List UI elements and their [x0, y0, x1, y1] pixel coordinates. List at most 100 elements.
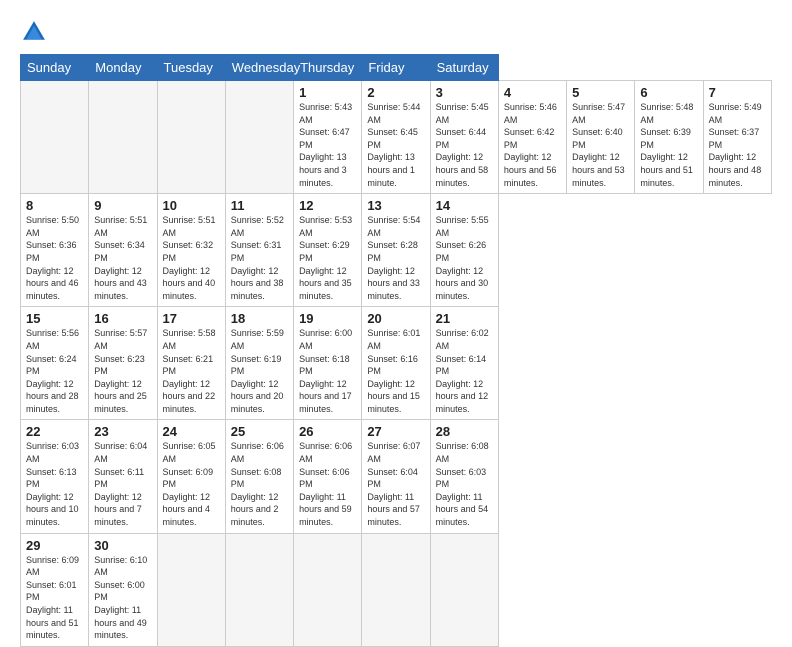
day-number: 24: [163, 424, 220, 439]
day-number: 7: [709, 85, 766, 100]
day-number: 12: [299, 198, 356, 213]
calendar-cell: 3Sunrise: 5:45 AMSunset: 6:44 PMDaylight…: [430, 81, 498, 194]
day-info: Sunrise: 5:54 AMSunset: 6:28 PMDaylight:…: [367, 214, 424, 302]
day-number: 2: [367, 85, 424, 100]
day-number: 28: [436, 424, 493, 439]
day-info: Sunrise: 5:51 AMSunset: 6:34 PMDaylight:…: [94, 214, 151, 302]
calendar-cell: 8Sunrise: 5:50 AMSunset: 6:36 PMDaylight…: [21, 194, 89, 307]
day-info: Sunrise: 6:09 AMSunset: 6:01 PMDaylight:…: [26, 554, 83, 642]
calendar-cell: 10Sunrise: 5:51 AMSunset: 6:32 PMDayligh…: [157, 194, 225, 307]
calendar-cell: 26Sunrise: 6:06 AMSunset: 6:06 PMDayligh…: [294, 420, 362, 533]
calendar-cell: 14Sunrise: 5:55 AMSunset: 6:26 PMDayligh…: [430, 194, 498, 307]
calendar-cell: 30Sunrise: 6:10 AMSunset: 6:00 PMDayligh…: [89, 533, 157, 646]
calendar-cell: 17Sunrise: 5:58 AMSunset: 6:21 PMDayligh…: [157, 307, 225, 420]
calendar-cell: 28Sunrise: 6:08 AMSunset: 6:03 PMDayligh…: [430, 420, 498, 533]
calendar-cell: 29Sunrise: 6:09 AMSunset: 6:01 PMDayligh…: [21, 533, 89, 646]
weekday-header-sunday: Sunday: [21, 55, 89, 81]
calendar-cell: 5Sunrise: 5:47 AMSunset: 6:40 PMDaylight…: [567, 81, 635, 194]
calendar-cell: [294, 533, 362, 646]
calendar-cell: 4Sunrise: 5:46 AMSunset: 6:42 PMDaylight…: [498, 81, 566, 194]
calendar-cell: 11Sunrise: 5:52 AMSunset: 6:31 PMDayligh…: [225, 194, 293, 307]
calendar-cell: [430, 533, 498, 646]
day-number: 8: [26, 198, 83, 213]
day-info: Sunrise: 5:56 AMSunset: 6:24 PMDaylight:…: [26, 327, 83, 415]
day-number: 20: [367, 311, 424, 326]
calendar-cell: 15Sunrise: 5:56 AMSunset: 6:24 PMDayligh…: [21, 307, 89, 420]
calendar-cell: 2Sunrise: 5:44 AMSunset: 6:45 PMDaylight…: [362, 81, 430, 194]
day-info: Sunrise: 5:48 AMSunset: 6:39 PMDaylight:…: [640, 101, 697, 189]
day-number: 26: [299, 424, 356, 439]
calendar: SundayMondayTuesdayWednesdayThursdayFrid…: [20, 54, 772, 647]
day-number: 29: [26, 538, 83, 553]
day-number: 18: [231, 311, 288, 326]
day-info: Sunrise: 5:58 AMSunset: 6:21 PMDaylight:…: [163, 327, 220, 415]
calendar-cell: 21Sunrise: 6:02 AMSunset: 6:14 PMDayligh…: [430, 307, 498, 420]
day-number: 15: [26, 311, 83, 326]
day-info: Sunrise: 6:08 AMSunset: 6:03 PMDaylight:…: [436, 440, 493, 528]
day-info: Sunrise: 6:10 AMSunset: 6:00 PMDaylight:…: [94, 554, 151, 642]
calendar-cell: 6Sunrise: 5:48 AMSunset: 6:39 PMDaylight…: [635, 81, 703, 194]
day-number: 14: [436, 198, 493, 213]
day-number: 23: [94, 424, 151, 439]
calendar-cell: 20Sunrise: 6:01 AMSunset: 6:16 PMDayligh…: [362, 307, 430, 420]
logo-icon: [20, 18, 48, 46]
weekday-header-saturday: Saturday: [430, 55, 498, 81]
calendar-cell: 12Sunrise: 5:53 AMSunset: 6:29 PMDayligh…: [294, 194, 362, 307]
day-number: 25: [231, 424, 288, 439]
day-info: Sunrise: 5:57 AMSunset: 6:23 PMDaylight:…: [94, 327, 151, 415]
calendar-cell: [225, 533, 293, 646]
weekday-header-friday: Friday: [362, 55, 430, 81]
day-info: Sunrise: 6:07 AMSunset: 6:04 PMDaylight:…: [367, 440, 424, 528]
day-info: Sunrise: 5:45 AMSunset: 6:44 PMDaylight:…: [436, 101, 493, 189]
calendar-cell: 22Sunrise: 6:03 AMSunset: 6:13 PMDayligh…: [21, 420, 89, 533]
calendar-cell: [89, 81, 157, 194]
calendar-cell: 19Sunrise: 6:00 AMSunset: 6:18 PMDayligh…: [294, 307, 362, 420]
day-info: Sunrise: 5:59 AMSunset: 6:19 PMDaylight:…: [231, 327, 288, 415]
day-info: Sunrise: 5:55 AMSunset: 6:26 PMDaylight:…: [436, 214, 493, 302]
calendar-cell: 13Sunrise: 5:54 AMSunset: 6:28 PMDayligh…: [362, 194, 430, 307]
day-number: 27: [367, 424, 424, 439]
calendar-cell: [362, 533, 430, 646]
day-info: Sunrise: 5:53 AMSunset: 6:29 PMDaylight:…: [299, 214, 356, 302]
weekday-header-thursday: Thursday: [294, 55, 362, 81]
day-info: Sunrise: 6:00 AMSunset: 6:18 PMDaylight:…: [299, 327, 356, 415]
day-info: Sunrise: 5:44 AMSunset: 6:45 PMDaylight:…: [367, 101, 424, 189]
day-info: Sunrise: 5:51 AMSunset: 6:32 PMDaylight:…: [163, 214, 220, 302]
day-number: 10: [163, 198, 220, 213]
day-number: 4: [504, 85, 561, 100]
calendar-cell: 24Sunrise: 6:05 AMSunset: 6:09 PMDayligh…: [157, 420, 225, 533]
day-number: 16: [94, 311, 151, 326]
day-info: Sunrise: 5:52 AMSunset: 6:31 PMDaylight:…: [231, 214, 288, 302]
weekday-header-monday: Monday: [89, 55, 157, 81]
calendar-cell: 9Sunrise: 5:51 AMSunset: 6:34 PMDaylight…: [89, 194, 157, 307]
calendar-cell: 18Sunrise: 5:59 AMSunset: 6:19 PMDayligh…: [225, 307, 293, 420]
calendar-cell: [225, 81, 293, 194]
day-number: 19: [299, 311, 356, 326]
day-info: Sunrise: 5:46 AMSunset: 6:42 PMDaylight:…: [504, 101, 561, 189]
day-number: 1: [299, 85, 356, 100]
day-number: 11: [231, 198, 288, 213]
day-number: 13: [367, 198, 424, 213]
calendar-cell: [157, 533, 225, 646]
day-number: 21: [436, 311, 493, 326]
day-info: Sunrise: 5:49 AMSunset: 6:37 PMDaylight:…: [709, 101, 766, 189]
calendar-cell: [21, 81, 89, 194]
calendar-cell: 16Sunrise: 5:57 AMSunset: 6:23 PMDayligh…: [89, 307, 157, 420]
day-number: 6: [640, 85, 697, 100]
day-info: Sunrise: 6:01 AMSunset: 6:16 PMDaylight:…: [367, 327, 424, 415]
calendar-cell: 27Sunrise: 6:07 AMSunset: 6:04 PMDayligh…: [362, 420, 430, 533]
weekday-header-tuesday: Tuesday: [157, 55, 225, 81]
day-info: Sunrise: 6:03 AMSunset: 6:13 PMDaylight:…: [26, 440, 83, 528]
day-info: Sunrise: 6:06 AMSunset: 6:06 PMDaylight:…: [299, 440, 356, 528]
logo: [20, 18, 52, 46]
day-info: Sunrise: 5:50 AMSunset: 6:36 PMDaylight:…: [26, 214, 83, 302]
calendar-cell: 7Sunrise: 5:49 AMSunset: 6:37 PMDaylight…: [703, 81, 771, 194]
calendar-cell: 1Sunrise: 5:43 AMSunset: 6:47 PMDaylight…: [294, 81, 362, 194]
calendar-cell: [157, 81, 225, 194]
day-info: Sunrise: 5:43 AMSunset: 6:47 PMDaylight:…: [299, 101, 356, 189]
day-info: Sunrise: 5:47 AMSunset: 6:40 PMDaylight:…: [572, 101, 629, 189]
day-number: 22: [26, 424, 83, 439]
weekday-header-wednesday: Wednesday: [225, 55, 293, 81]
day-info: Sunrise: 6:06 AMSunset: 6:08 PMDaylight:…: [231, 440, 288, 528]
day-number: 3: [436, 85, 493, 100]
